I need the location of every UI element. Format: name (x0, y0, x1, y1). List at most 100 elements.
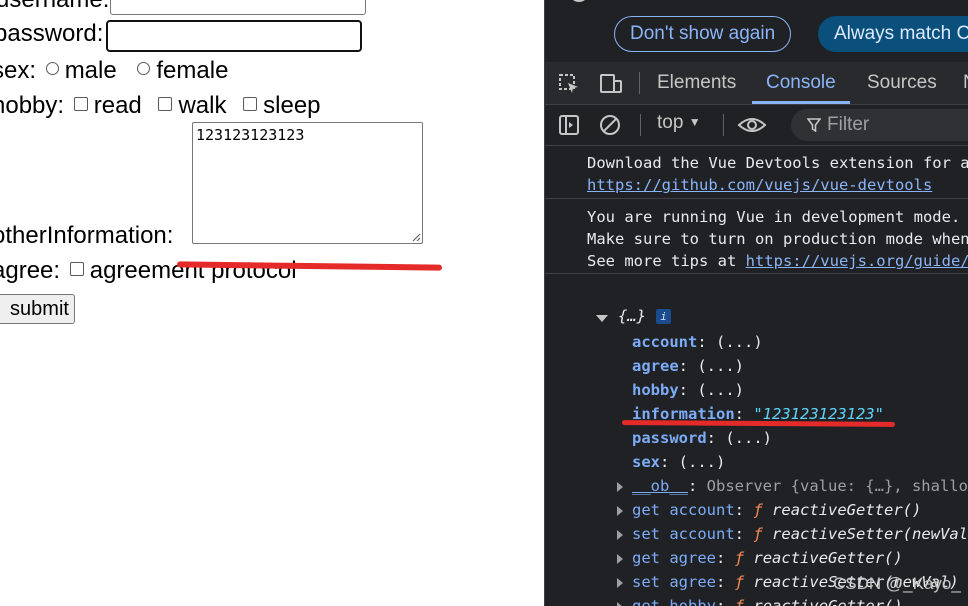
prop-account: account: (...) (632, 333, 763, 351)
checkbox-sleep-label: sleep (263, 92, 321, 119)
tab-network[interactable]: N (963, 62, 968, 104)
accessor-kind: get (632, 549, 660, 567)
sidebar-toggle-icon[interactable] (558, 114, 580, 136)
accessor-name: agree (669, 573, 717, 591)
expand-accessor-icon[interactable] (617, 554, 623, 564)
accessor-kind: get (632, 597, 660, 606)
accessor-get-hobby: get hobby: ƒ reactiveGetter() (632, 595, 903, 606)
console-text-row: See more tips at https://vuejs.org/guide… (587, 250, 968, 272)
info-icon (573, 0, 585, 2)
prop-key: password (632, 429, 707, 447)
toolbar-separator (723, 114, 724, 136)
prop-sex: sex: (...) (632, 453, 726, 471)
chevron-down-icon: ▼ (688, 115, 701, 129)
agree-label: agree: (0, 257, 61, 284)
device-toolbar-icon[interactable] (599, 73, 623, 95)
prop-value[interactable]: (...) (697, 381, 744, 399)
info-badge-icon[interactable]: i (656, 309, 671, 324)
prop-value[interactable]: (...) (725, 429, 772, 447)
console-output: Download the Vue Devtools extension for … (545, 146, 968, 606)
function-icon: ƒ (734, 597, 745, 606)
submit-button[interactable]: submit (0, 294, 75, 324)
expand-object-icon[interactable] (596, 315, 608, 322)
prop-password: password: (...) (632, 429, 772, 447)
accessor-fn: reactiveSetter(newVal) (772, 525, 968, 543)
accessor-name: account (669, 525, 735, 543)
prop-key: sex (632, 453, 660, 471)
radio-female-label: female (156, 57, 229, 84)
filter-placeholder: Filter (827, 114, 870, 135)
accessor-kind: get (632, 501, 660, 519)
prop-hobby: hobby: (...) (632, 381, 745, 399)
web-page: username: password: sex: male female hob… (0, 0, 544, 606)
checkbox-read[interactable] (73, 96, 88, 111)
always-match-button[interactable]: Always match C (818, 16, 968, 52)
prop-value: Observer {value: {…}, shallo (706, 477, 968, 495)
prop-value[interactable]: (...) (679, 453, 726, 471)
devtools-panel: Don't show again Always match C Elements… (544, 0, 968, 606)
clear-console-icon[interactable] (599, 114, 621, 136)
prop-key: account (632, 333, 698, 351)
radio-male[interactable] (45, 62, 59, 76)
function-icon: ƒ (753, 501, 763, 519)
devtools-tabbar: Elements Console Sources N (545, 62, 968, 105)
accessor-kind: set (632, 573, 660, 591)
object-summary[interactable]: {…} i (618, 305, 671, 327)
prop-value[interactable]: (...) (697, 357, 744, 375)
password-input[interactable] (106, 20, 362, 52)
vue-devtools-link[interactable]: https://github.com/vuejs/vue-devtools (587, 174, 932, 196)
accessor-fn: reactiveGetter() (772, 501, 922, 519)
context-select[interactable]: top ▼ (657, 112, 701, 134)
object-summary-text: {…} (618, 307, 646, 325)
console-text: Download the Vue Devtools extension for … (587, 154, 968, 172)
username-label: username: (0, 0, 109, 14)
accessor-name: account (669, 501, 735, 519)
hobby-row: hobby: read walk sleep (0, 92, 321, 120)
password-label: password: (0, 20, 104, 47)
tab-console[interactable]: Console (752, 62, 850, 104)
console-message-devtools-ext: Download the Vue Devtools extension for … (545, 146, 968, 199)
tab-sources[interactable]: Sources (867, 62, 937, 104)
accessor-set-account: set account: ƒ reactiveSetter(newVal) (632, 523, 968, 545)
resize-handle-icon[interactable] (411, 232, 421, 242)
accessor-get-agree: get agree: ƒ reactiveGetter() (632, 549, 903, 567)
sex-label: sex: (0, 57, 37, 84)
function-icon: ƒ (734, 573, 745, 591)
console-text: Make sure to turn on production mode whe… (587, 230, 968, 248)
accessor-name: hobby (669, 597, 717, 606)
live-expression-eye-icon[interactable] (737, 115, 767, 135)
prop-key: agree (632, 357, 679, 375)
context-select-value: top (657, 112, 684, 133)
other-information-textarea[interactable]: 123123123123 (192, 122, 423, 244)
vue-guide-link[interactable]: https://vuejs.org/guide/de (746, 252, 968, 270)
accessor-fn: reactiveGetter() (753, 597, 903, 606)
prop-key: hobby (632, 381, 679, 399)
inspect-element-icon[interactable] (558, 73, 580, 95)
prop-value[interactable]: (...) (716, 333, 763, 351)
radio-female[interactable] (137, 62, 151, 76)
expand-accessor-icon[interactable] (617, 578, 623, 588)
other-information-label: otherInformation: (0, 222, 174, 249)
expand-accessor-icon[interactable] (617, 530, 623, 540)
expand-accessor-icon[interactable] (617, 506, 623, 516)
checkbox-agree[interactable] (69, 261, 84, 276)
watermark: CSDN @_Kayo_ (833, 574, 961, 593)
prop-agree: agree: (...) (632, 357, 745, 375)
accessor-kind: set (632, 525, 660, 543)
console-text: See more tips at (587, 252, 746, 270)
checkbox-walk[interactable] (158, 96, 173, 111)
tab-elements[interactable]: Elements (657, 62, 736, 104)
prop-key: __ob__ (632, 477, 688, 495)
agree-row: agree: agreement protocol (0, 257, 297, 285)
filter-input[interactable]: Filter (791, 109, 968, 141)
accessor-fn: reactiveGetter() (753, 549, 903, 567)
expand-accessor-icon[interactable] (617, 602, 623, 606)
console-message-dev-mode: You are running Vue in development mode.… (545, 200, 968, 274)
checkbox-walk-label: walk (178, 92, 227, 119)
hobby-label: hobby: (0, 92, 65, 119)
checkbox-sleep[interactable] (243, 96, 258, 111)
username-input[interactable] (110, 0, 366, 15)
expand-ob-icon[interactable] (617, 482, 623, 492)
accessor-get-account: get account: ƒ reactiveGetter() (632, 501, 922, 519)
dont-show-again-button[interactable]: Don't show again (614, 16, 792, 52)
